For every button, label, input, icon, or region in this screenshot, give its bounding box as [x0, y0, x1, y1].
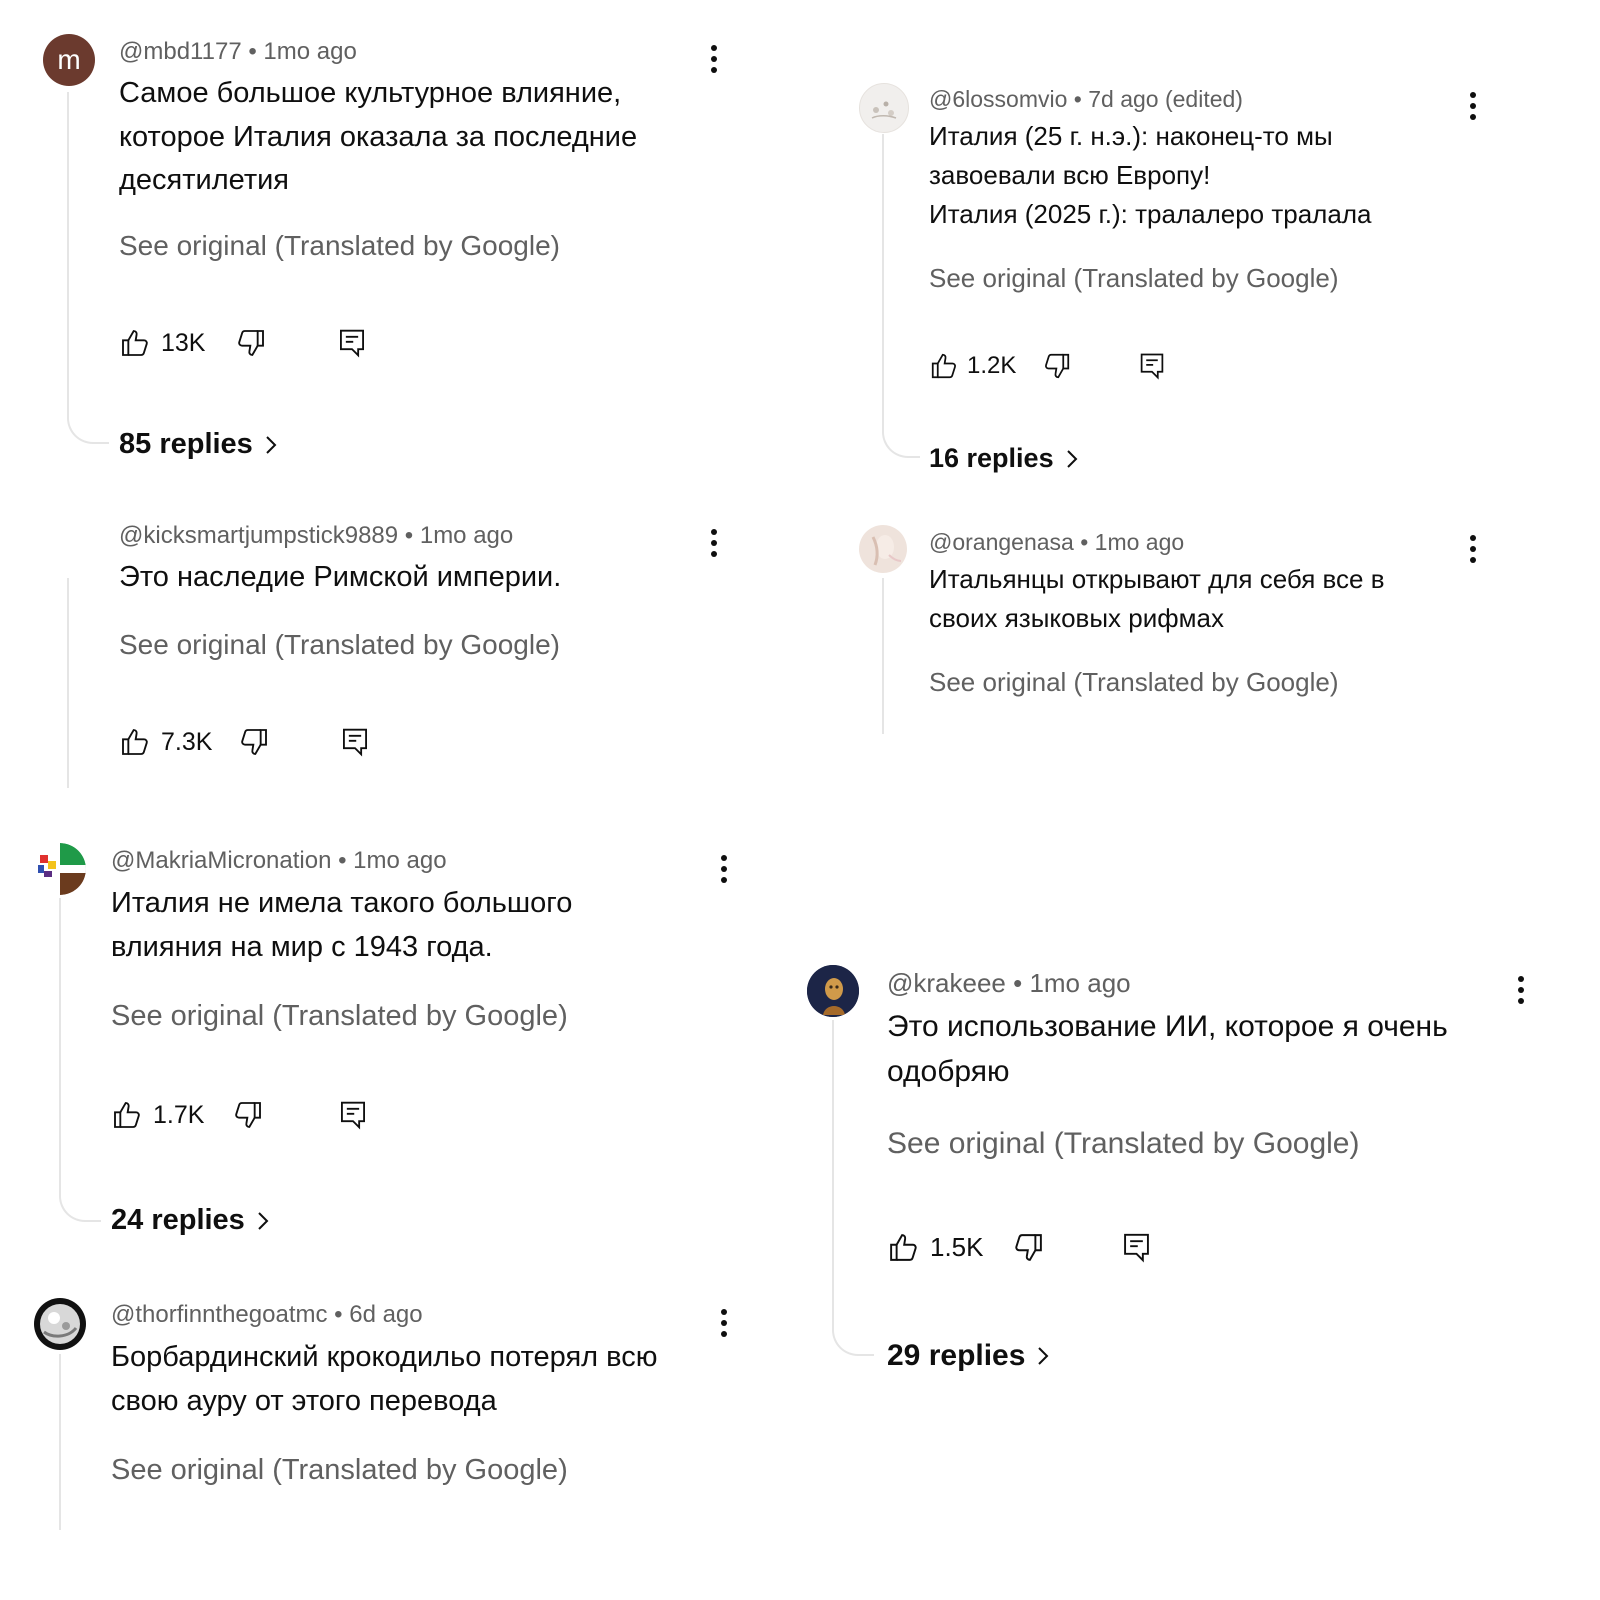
- thumbs-down-icon[interactable]: [1042, 351, 1072, 381]
- chevron-right-icon: [258, 1211, 269, 1230]
- see-original-link[interactable]: See original (Translated by Google): [111, 1454, 568, 1487]
- thread-line: [832, 1020, 874, 1356]
- reply-comment-icon[interactable]: [337, 327, 367, 359]
- more-vert-icon[interactable]: [702, 526, 726, 560]
- avatar[interactable]: m: [43, 34, 95, 86]
- replies-count: 16 replies: [929, 443, 1054, 473]
- thumbs-up-icon[interactable]: [119, 327, 151, 359]
- comment-text: Италия не имела такого большого влияния …: [111, 887, 573, 963]
- comment-actions: 7.3K: [119, 726, 370, 758]
- see-original-link[interactable]: See original (Translated by Google): [887, 1127, 1359, 1161]
- avatar-letter: m: [43, 34, 95, 86]
- thread-line: [67, 92, 109, 444]
- comment-text: Самое большое культурное влияние, которо…: [119, 77, 638, 196]
- chevron-right-icon: [1038, 1347, 1049, 1365]
- like-count: 1.2K: [967, 352, 1017, 379]
- replies-count: 24 replies: [111, 1204, 245, 1236]
- like-count: 7.3K: [161, 727, 213, 756]
- thumbs-down-icon[interactable]: [238, 726, 270, 758]
- replies-link[interactable]: 85 replies: [119, 428, 279, 461]
- comment-meta[interactable]: @thorfinnthegoatmc • 6d ago: [111, 1301, 423, 1329]
- replies-link[interactable]: 16 replies: [929, 443, 1080, 474]
- comment-actions: 1.2K: [929, 351, 1166, 381]
- like-count: 1.7K: [153, 1100, 205, 1129]
- comment-meta[interactable]: @orangenasa • 1mo ago: [929, 529, 1184, 556]
- thumbs-up-icon[interactable]: [887, 1231, 920, 1264]
- thumbs-down-icon[interactable]: [232, 1099, 264, 1131]
- thread-line: [882, 578, 884, 734]
- avatar[interactable]: [859, 83, 909, 133]
- avatar[interactable]: [807, 965, 859, 1017]
- comment-text: Это наследие Римской империи.: [119, 561, 562, 593]
- see-original-link[interactable]: See original (Translated by Google): [929, 667, 1338, 698]
- like-count: 1.5K: [930, 1232, 984, 1262]
- comment-text-line: Италия (2025 г.): тралалеро тралала: [929, 199, 1372, 229]
- thread-line: [59, 1354, 61, 1530]
- replies-link[interactable]: 29 replies: [887, 1339, 1051, 1373]
- see-original-link[interactable]: See original (Translated by Google): [929, 263, 1338, 294]
- reply-comment-icon[interactable]: [338, 1099, 368, 1131]
- comment-actions: 1.5K: [887, 1231, 1152, 1264]
- comment-meta[interactable]: @6lossomvio • 7d ago (edited): [929, 86, 1243, 113]
- comment-meta[interactable]: @kicksmartjumpstick9889 • 1mo ago: [119, 522, 513, 550]
- reply-comment-icon[interactable]: [1121, 1231, 1152, 1264]
- comment-text: Италия (25 г. н.э.): наконец-то мы завое…: [929, 117, 1429, 234]
- more-vert-icon[interactable]: [1461, 532, 1485, 566]
- comment-text: Борбардинский крокодильо потерял всю сво…: [111, 1341, 658, 1417]
- reply-comment-icon[interactable]: [1138, 351, 1166, 381]
- see-original-link[interactable]: See original (Translated by Google): [119, 629, 560, 661]
- chevron-right-icon: [1066, 449, 1078, 468]
- reply-comment-icon[interactable]: [340, 726, 370, 758]
- see-original-link[interactable]: See original (Translated by Google): [111, 1000, 568, 1033]
- thread-line: [882, 134, 920, 458]
- avatar[interactable]: [34, 843, 86, 895]
- thumbs-down-icon[interactable]: [235, 327, 267, 359]
- comment-actions: 1.7K: [111, 1099, 368, 1131]
- more-vert-icon[interactable]: [1509, 973, 1533, 1007]
- thread-line: [67, 578, 69, 788]
- comment-actions: 13K: [119, 327, 367, 359]
- comment-meta[interactable]: @MakriaMicronation • 1mo ago: [111, 847, 447, 875]
- thumbs-down-icon[interactable]: [1012, 1231, 1045, 1264]
- like-count: 13K: [161, 328, 206, 357]
- comment-text: Итальянцы открывают для себя все в своих…: [929, 564, 1385, 633]
- thumbs-up-icon[interactable]: [929, 351, 959, 381]
- more-vert-icon[interactable]: [712, 852, 736, 886]
- comment-text: Это использование ИИ, которое я очень од…: [887, 1010, 1448, 1088]
- more-vert-icon[interactable]: [712, 1306, 736, 1340]
- chevron-right-icon: [266, 435, 277, 454]
- replies-link[interactable]: 24 replies: [111, 1204, 271, 1237]
- see-original-link[interactable]: See original (Translated by Google): [119, 230, 560, 262]
- avatar[interactable]: [859, 525, 907, 573]
- more-vert-icon[interactable]: [1461, 89, 1485, 123]
- comment-meta[interactable]: @mbd1177 • 1mo ago: [119, 38, 357, 66]
- replies-count: 29 replies: [887, 1339, 1026, 1372]
- more-vert-icon[interactable]: [702, 42, 726, 76]
- comment-text-line: Италия (25 г. н.э.): наконец-то мы завое…: [929, 121, 1333, 190]
- thumbs-up-icon[interactable]: [119, 726, 151, 758]
- comment-meta[interactable]: @krakeee • 1mo ago: [887, 968, 1131, 999]
- avatar[interactable]: [34, 1298, 86, 1350]
- replies-count: 85 replies: [119, 428, 253, 460]
- thread-line: [59, 898, 101, 1222]
- thumbs-up-icon[interactable]: [111, 1099, 143, 1131]
